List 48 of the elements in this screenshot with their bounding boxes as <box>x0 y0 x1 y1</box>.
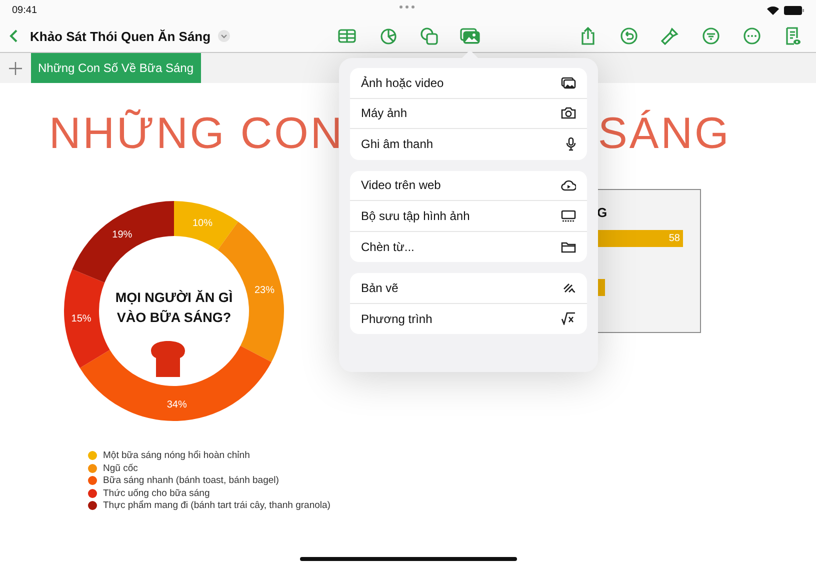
document-icon <box>785 26 801 46</box>
more-icon <box>743 27 761 45</box>
legend-label: Một bữa sáng nóng hổi hoàn chỉnh <box>103 450 250 461</box>
legend-label: Bữa sáng nhanh (bánh toast, bánh bagel) <box>103 475 279 486</box>
menu-item[interactable]: Ghi âm thanh <box>350 129 587 160</box>
data-label: 10% <box>192 218 212 229</box>
back-button[interactable] <box>7 27 20 45</box>
document-title: Khảo Sát Thói Quen Ăn Sáng <box>30 28 211 44</box>
battery-icon <box>784 6 804 14</box>
share-icon <box>581 27 595 45</box>
photos-icon <box>460 28 480 44</box>
menu-item[interactable]: Ảnh hoặc video <box>350 68 587 98</box>
table-icon <box>338 29 356 43</box>
data-label: 19% <box>112 229 132 240</box>
square-root-icon <box>561 312 576 326</box>
chart-heading: G <box>597 205 608 220</box>
undo-icon <box>620 27 638 45</box>
slide-title: NHỮNG CON <box>49 109 344 159</box>
legend-label: Thực phẩm mang đi (bánh tart trái cây, thanh granola) <box>103 500 330 511</box>
paintbrush-icon <box>661 27 679 45</box>
camera-icon <box>561 107 576 120</box>
menu-item[interactable]: Máy ảnh <box>350 98 587 129</box>
chevron-down-icon[interactable] <box>218 30 230 42</box>
gallery-icon <box>561 210 576 222</box>
pie-chart-icon <box>380 28 396 44</box>
filter-icon <box>702 27 720 45</box>
menu-item[interactable]: Video trên web <box>350 170 587 201</box>
legend-label: Thức uống cho bữa sáng <box>103 488 210 498</box>
toast-icon <box>150 341 186 377</box>
data-label: 15% <box>71 314 92 325</box>
data-label: 23% <box>254 285 274 296</box>
cloud-play-icon <box>561 180 576 191</box>
wifi-icon <box>767 6 779 14</box>
folder-icon <box>561 240 576 253</box>
legend-label: Ngũ cốc <box>103 462 138 474</box>
scribble-icon <box>562 282 576 294</box>
photos-icon <box>561 76 576 89</box>
menu-item[interactable]: Phương trình <box>350 304 587 334</box>
multitasking-dots-icon <box>398 5 416 9</box>
chart-center-text: MỌI NGƯỜI ĂN GÌ VÀO BỮA SÁNG? <box>114 289 234 327</box>
status-time: 09:41 <box>12 4 38 16</box>
menu-item[interactable]: Bản vẽ <box>350 273 587 304</box>
menu-item[interactable]: Bộ sưu tập hình ảnh <box>350 201 587 232</box>
shapes-icon <box>420 27 438 45</box>
microphone-icon <box>566 137 576 152</box>
data-label: 34% <box>166 399 187 410</box>
slide-title: SÁNG <box>598 109 731 159</box>
plus-icon[interactable] <box>9 62 22 74</box>
